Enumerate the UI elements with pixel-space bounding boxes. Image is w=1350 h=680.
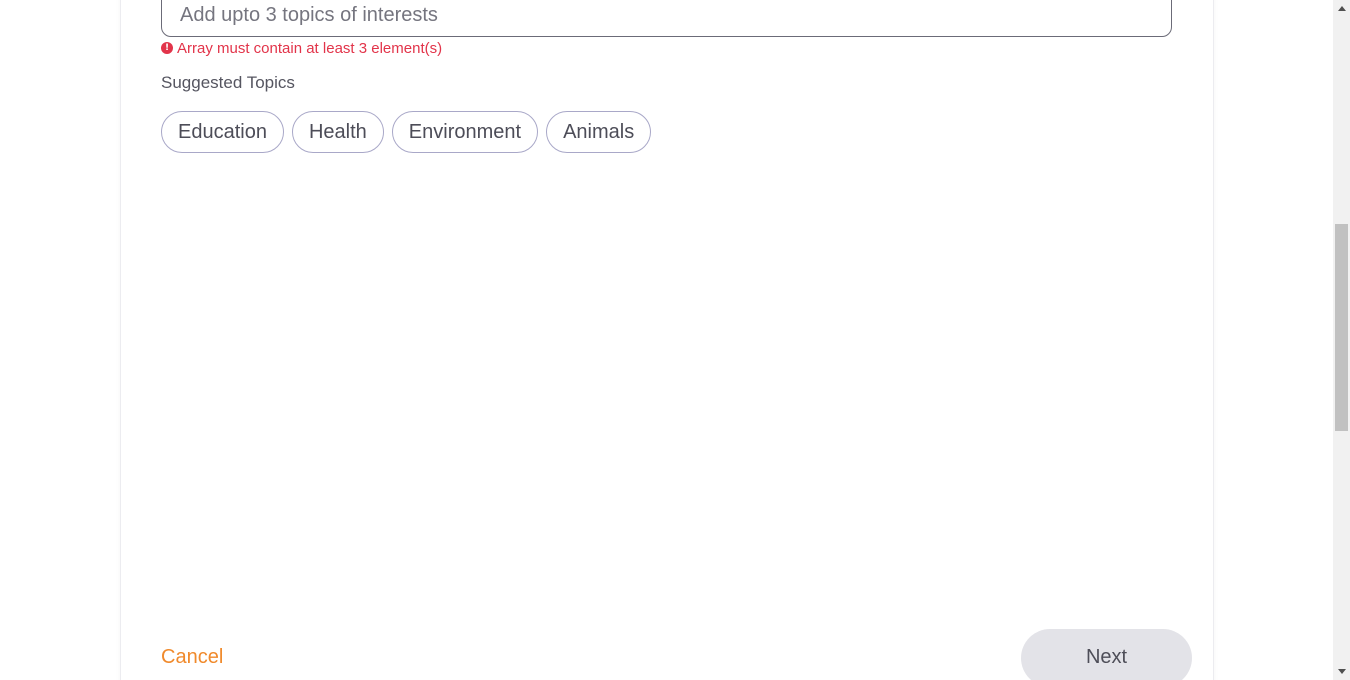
next-button[interactable]: Next xyxy=(1021,629,1192,680)
suggested-topics-list: Education Health Environment Animals xyxy=(161,111,652,153)
scroll-thumb[interactable] xyxy=(1335,224,1348,431)
topic-chip-education[interactable]: Education xyxy=(161,111,284,153)
error-icon: ! xyxy=(161,42,173,54)
suggested-topics-label: Suggested Topics xyxy=(161,73,295,92)
scroll-up-arrow-icon[interactable] xyxy=(1333,0,1350,17)
error-message: Array must contain at least 3 element(s) xyxy=(177,39,443,57)
scroll-down-arrow-icon[interactable] xyxy=(1333,663,1350,680)
topic-chip-environment[interactable]: Environment xyxy=(391,111,539,153)
topic-chip-animals[interactable]: Animals xyxy=(546,111,652,153)
cancel-button[interactable]: Cancel xyxy=(161,646,223,669)
form-card xyxy=(120,0,1214,680)
validation-error: ! Array must contain at least 3 element(… xyxy=(161,39,442,57)
page: ! Array must contain at least 3 element(… xyxy=(0,0,1350,680)
vertical-scrollbar[interactable] xyxy=(1333,0,1350,680)
topics-input[interactable] xyxy=(161,0,1172,37)
topic-chip-health[interactable]: Health xyxy=(291,111,384,153)
